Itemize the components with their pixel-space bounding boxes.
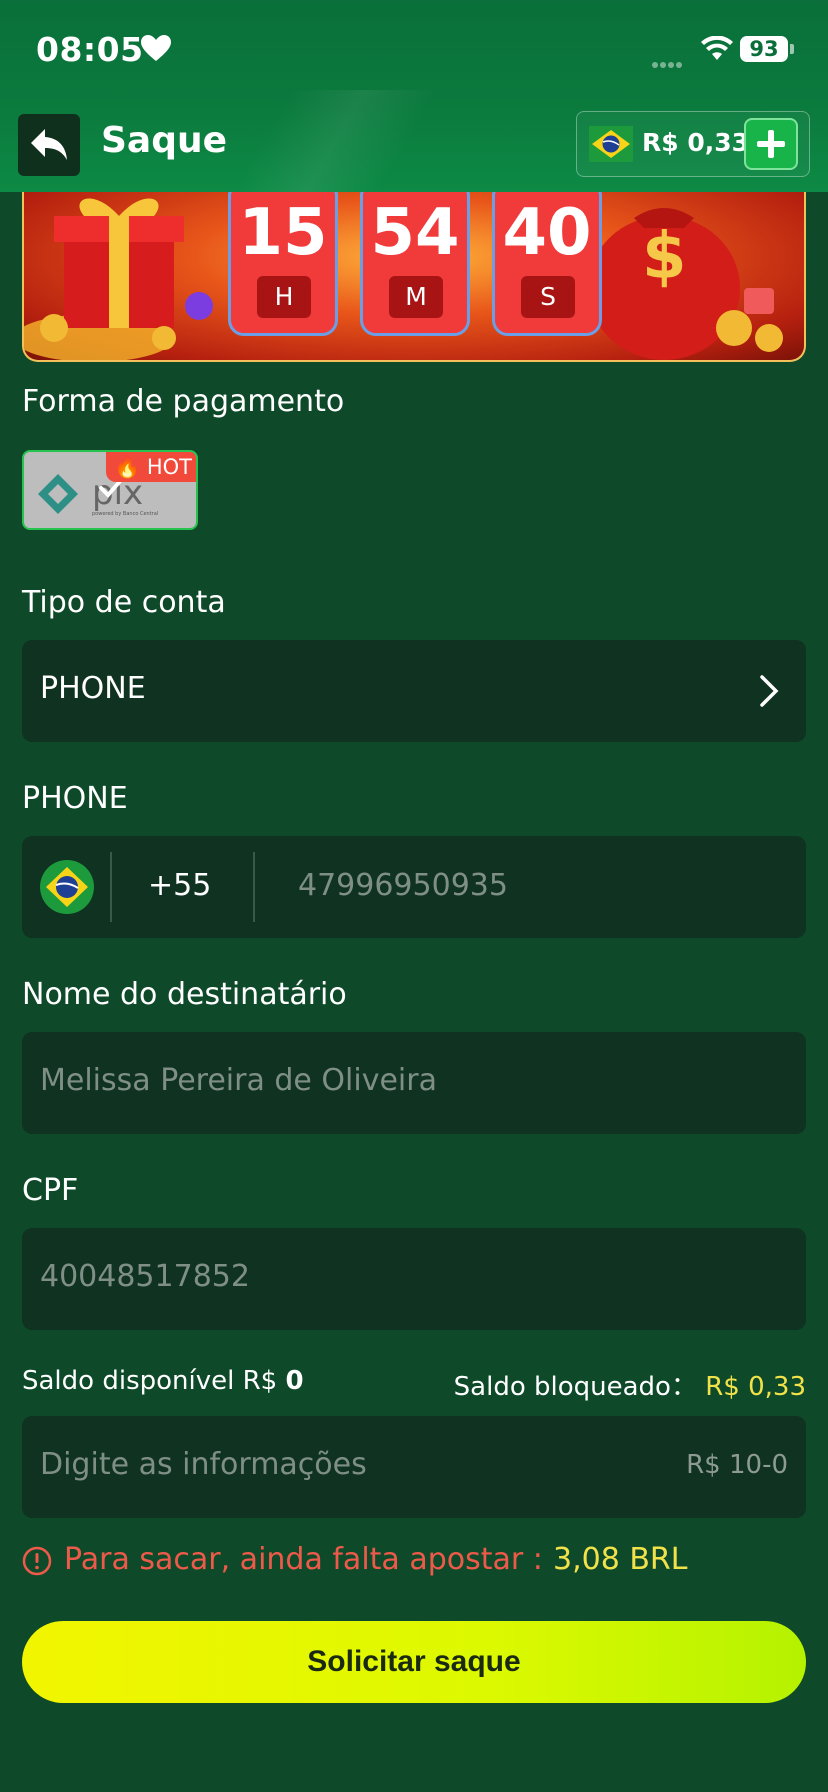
alert-circle-icon (22, 1546, 52, 1576)
header: 08:05 93 Saque R$ 0,33 (0, 0, 828, 192)
timer-seconds: 40 S (492, 188, 602, 336)
available-balance-value: 0 (285, 1366, 304, 1396)
svg-text:powered by Banco Central: powered by Banco Central (92, 511, 158, 517)
blocked-balance-value: R$ 0,33 (705, 1372, 806, 1402)
recipient-name-field[interactable]: Melissa Pereira de Oliveira (22, 1032, 806, 1134)
promo-banner[interactable]: $ 15 H 54 M 40 S (22, 188, 806, 362)
recipient-name-input[interactable]: Melissa Pereira de Oliveira (40, 1063, 437, 1098)
brazil-flag-icon (589, 126, 633, 162)
add-funds-button[interactable] (744, 118, 798, 170)
brazil-flag-icon (40, 860, 94, 914)
back-button[interactable] (18, 114, 80, 176)
timer-hours: 15 H (228, 188, 338, 336)
timer-hours-value: 15 (238, 196, 328, 270)
timer-hours-unit: H (257, 276, 311, 318)
request-withdrawal-button[interactable]: Solicitar saque (22, 1621, 806, 1703)
plus-icon (757, 130, 785, 158)
account-type-label: Tipo de conta (22, 585, 226, 620)
timer-minutes: 54 M (360, 188, 470, 336)
page-title: Saque (101, 120, 228, 161)
hot-badge: 🔥 HOT (106, 452, 196, 482)
blocked-balance: Saldo bloqueado： R$ 0,33 (454, 1366, 806, 1403)
amount-field[interactable]: Digite as informações R$ 10-0 (22, 1416, 806, 1518)
heart-icon (141, 35, 171, 61)
bet-requirement-warning: Para sacar, ainda falta apostar : 3,08 B… (22, 1542, 806, 1582)
timer-minutes-unit: M (389, 276, 443, 318)
recipient-name-label: Nome do destinatário (22, 977, 347, 1012)
account-type-value: PHONE (40, 671, 146, 706)
balance-row: Saldo disponível R$ 0 Saldo bloqueado： R… (22, 1366, 806, 1406)
warning-value: 3,08 BRL (553, 1542, 688, 1577)
payment-method-label: Forma de pagamento (22, 384, 345, 419)
back-arrow-icon (31, 129, 67, 160)
available-balance: Saldo disponível R$ 0 (22, 1366, 304, 1396)
balance-box[interactable]: R$ 0,33 (576, 111, 810, 177)
phone-label: PHONE (22, 781, 128, 816)
phone-field[interactable]: +55 47996950935 (22, 836, 806, 938)
blocked-balance-label: Saldo bloqueado： (453, 1372, 697, 1402)
divider (253, 852, 255, 922)
account-type-select[interactable]: PHONE (22, 640, 806, 742)
signal-icon (652, 53, 684, 72)
fire-icon: 🔥 (114, 455, 141, 479)
cpf-label: CPF (22, 1173, 79, 1208)
chevron-right-icon (760, 675, 779, 707)
available-balance-label: Saldo disponível R$ (22, 1366, 278, 1396)
status-bar: 08:05 93 (0, 0, 828, 96)
money-bag-icon: $ (588, 208, 783, 360)
timer-seconds-unit: S (521, 276, 575, 318)
battery-indicator: 93 (740, 36, 788, 62)
balance-value: R$ 0,33 (642, 128, 750, 157)
gift-box-icon (24, 198, 213, 360)
battery-tip (790, 44, 794, 54)
timer-minutes-value: 54 (370, 196, 460, 270)
phone-number-input[interactable]: 47996950935 (298, 868, 508, 903)
cpf-input[interactable]: 40048517852 (40, 1259, 250, 1294)
hot-badge-label: HOT (146, 455, 192, 479)
pix-payment-option[interactable]: pix powered by Banco Central 🔥 HOT (22, 450, 198, 530)
amount-range: R$ 10-0 (686, 1450, 788, 1480)
warning-text: Para sacar, ainda falta apostar : (64, 1542, 543, 1577)
country-code[interactable]: +55 (148, 868, 211, 903)
cpf-field[interactable]: 40048517852 (22, 1228, 806, 1330)
divider (110, 852, 112, 922)
svg-text:$: $ (642, 220, 687, 294)
timer-seconds-value: 40 (502, 196, 592, 270)
wifi-icon (701, 36, 733, 60)
status-time: 08:05 (36, 30, 144, 69)
amount-input[interactable]: Digite as informações (40, 1447, 367, 1482)
